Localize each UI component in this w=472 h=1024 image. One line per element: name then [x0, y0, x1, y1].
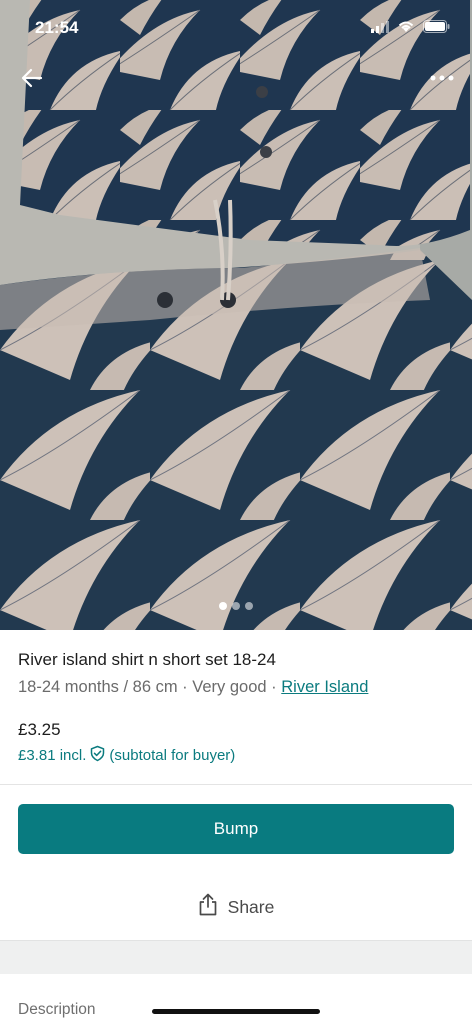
shield-check-icon: [89, 745, 106, 766]
price-incl-value: £3.81 incl.: [18, 747, 87, 764]
back-button[interactable]: [16, 62, 48, 94]
wifi-icon: [397, 18, 415, 38]
status-bar: 21:54: [0, 0, 472, 56]
carousel-dot: [232, 602, 240, 610]
share-icon: [198, 893, 218, 921]
status-icons: [371, 18, 450, 38]
more-options-button[interactable]: [424, 64, 460, 92]
listing-title: River island shirt n short set 18-24: [18, 650, 276, 669]
description-label: Description: [18, 1001, 96, 1018]
arrow-left-icon: [21, 68, 43, 88]
product-photo-image: [0, 0, 472, 630]
brand-link[interactable]: River Island: [281, 678, 368, 696]
carousel-dot: [219, 602, 227, 610]
product-photo[interactable]: [0, 0, 472, 630]
home-indicator[interactable]: [152, 1009, 320, 1014]
more-dots-icon: [430, 75, 454, 81]
carousel-indicator: [0, 602, 472, 610]
battery-icon: [423, 18, 450, 38]
share-label: Share: [227, 896, 275, 917]
listing-info: River island shirt n short set 18-24 18-…: [18, 648, 454, 700]
listing-price: £3.25: [18, 720, 61, 739]
carousel-dot: [245, 602, 253, 610]
meta-separator: ·: [182, 678, 188, 696]
divider: [0, 784, 472, 785]
bump-button[interactable]: Bump: [18, 804, 454, 854]
section-separator: [0, 940, 472, 974]
meta-separator: ·: [271, 678, 277, 696]
share-button[interactable]: Share: [0, 888, 472, 926]
price-incl-note: (subtotal for buyer): [109, 747, 236, 764]
signal-icon: [371, 18, 389, 38]
buyer-protection-price[interactable]: £3.81 incl. (subtotal for buyer): [18, 745, 235, 766]
listing-size: 18-24 months / 86 cm: [18, 678, 178, 696]
listing-meta: 18-24 months / 86 cm · Very good · River…: [18, 674, 454, 700]
listing-condition: Very good: [192, 678, 267, 696]
status-time: 21:54: [35, 18, 79, 37]
